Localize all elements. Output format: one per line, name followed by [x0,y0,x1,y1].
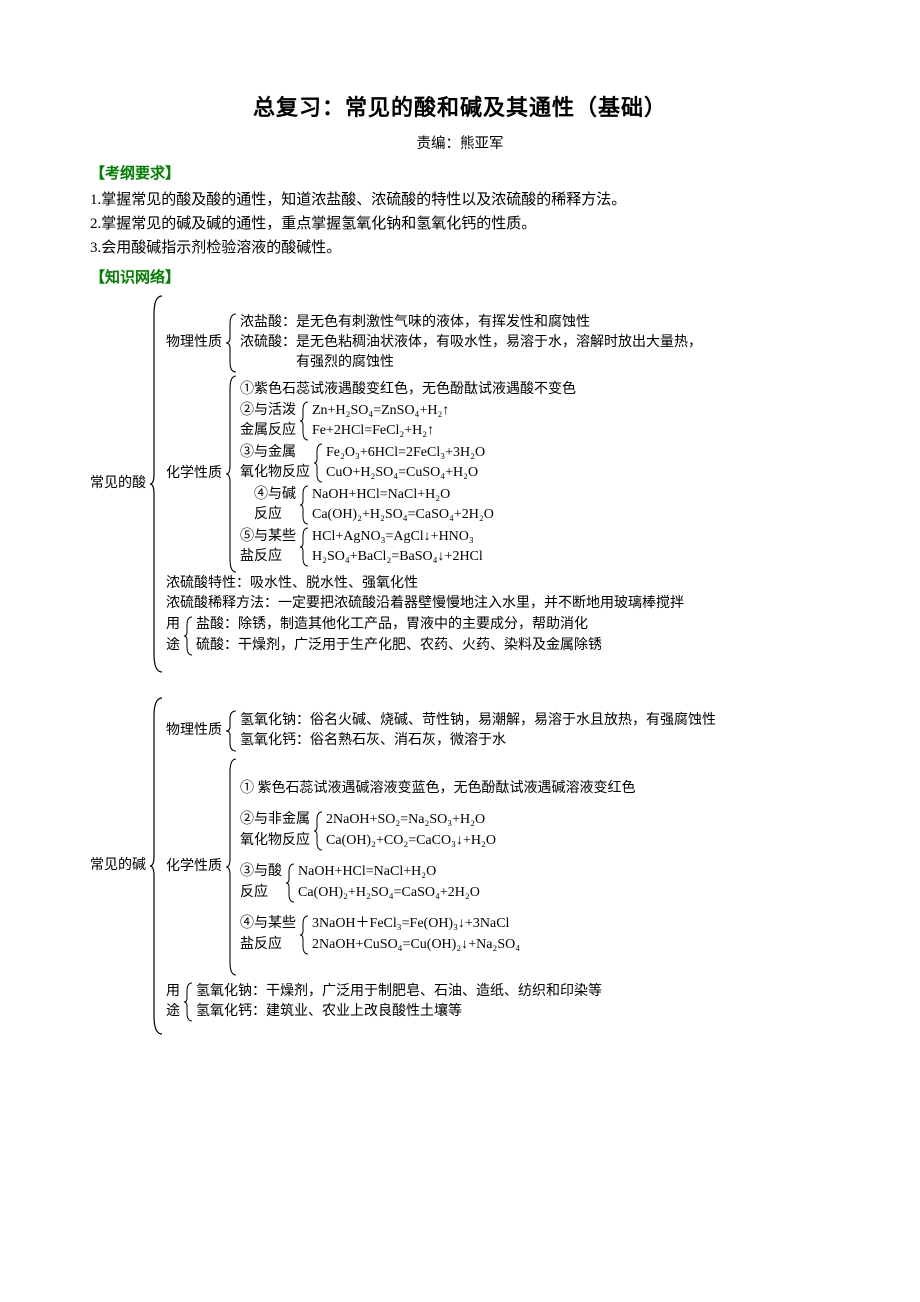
brace-icon [298,914,312,956]
acid-special: 浓硫酸特性：吸水性、脱水性、强氧化性 [166,574,702,594]
base-chem4-eq2: 2NaOH+CuSO₄=Cu(OH)₂↓+Na₂SO₄ [312,935,520,955]
brace-icon [148,696,166,1036]
acid-phys-label: 物理性质 [166,312,224,374]
brace-icon [182,615,196,657]
base-chem3-eq2: Ca(OH)₂+H₂SO₄=CaSO₄+2H₂O [298,883,480,903]
base-root-label: 常见的碱 [90,696,148,1036]
acid-chem4-label: ④与碱 反应 [240,484,298,526]
author-line: 责编：熊亚军 [90,133,830,156]
base-phys-caoh: 氢氧化钙：俗名熟石灰、消石灰，微溶于水 [240,731,716,751]
brace-icon [284,862,298,904]
brace-icon [224,709,240,753]
base-chem2-eq1: 2NaOH+SO₂=Na₂SO₃+H₂O [326,810,496,830]
section-heading-outline: 【考纲要求】 [90,162,830,186]
brace-icon [148,294,166,674]
base-chem-label: 化学性质 [166,757,224,977]
base-phys-naoh: 氢氧化钠：俗名火碱、烧碱、苛性钠，易潮解，易溶于水且放热，有强腐蚀性 [240,711,716,731]
acid-chem-1: ①紫色石蕊试液遇酸变红色，无色酚酞试液遇酸不变色 [240,380,576,400]
base-use1: 氢氧化钠：干燥剂，广泛用于制肥皂、石油、造纸、纺织和印染等 [196,982,602,1002]
brace-icon [298,484,312,526]
outline-item-1: 1.掌握常见的酸及酸的通性，知道浓盐酸、浓硫酸的特性以及浓硫酸的稀释方法。 [90,188,830,212]
acid-use1: 盐酸：除锈，制造其他化工产品，胃液中的主要成分，帮助消化 [196,615,602,635]
brace-icon [298,526,312,568]
base-chem3-eq1: NaOH+HCl=NaCl+H₂O [298,862,480,882]
acid-phys-h2so4a: 浓硫酸：是无色粘稠油状液体，有吸水性，易溶于水，溶解时放出大量热， [240,333,702,353]
brace-icon [224,312,240,374]
acid-chem3-label: ③与金属 氧化物反应 [240,442,312,484]
acid-chem5-label: ⑤与某些 盐反应 [240,526,298,568]
base-diagram: 常见的碱 物理性质 氢氧化钠：俗名火碱、烧碱、苛性钠，易潮解，易溶于水且放热，有… [90,696,830,1036]
brace-icon [224,757,240,977]
base-chem2-label: ②与非金属 氧化物反应 [240,810,312,852]
base-chem3-label: ③与酸 反应 [240,862,284,904]
acid-chem-label: 化学性质 [166,374,224,574]
outline-item-3: 3.会用酸碱指示剂检验溶液的酸碱性。 [90,236,830,260]
acid-use2: 硫酸：干燥剂，广泛用于生产化肥、农药、火药、染料及金属除锈 [196,636,602,656]
base-use-label: 用 途 [166,981,182,1023]
page-title: 总复习：常见的酸和碱及其通性（基础） [90,90,830,125]
acid-chem2-eq2: Fe+2HCl=FeCl₂+H₂↑ [312,421,449,441]
acid-chem2-label: ②与活泼 金属反应 [240,400,298,442]
brace-icon [298,400,312,442]
acid-chem5-eq2: H₂SO₄+BaCl₂=BaSO₄↓+2HCl [312,547,483,567]
brace-icon [312,810,326,852]
base-phys-label: 物理性质 [166,709,224,753]
brace-icon [182,981,196,1023]
acid-chem3-eq2: CuO+H₂SO₄=CuSO₄+H₂O [326,463,485,483]
acid-chem5-eq1: HCl+AgNO₃=AgCl↓+HNO₃ [312,527,483,547]
acid-root-label: 常见的酸 [90,294,148,674]
acid-use-label: 用 途 [166,615,182,657]
base-use2: 氢氧化钙：建筑业、农业上改良酸性土壤等 [196,1002,602,1022]
acid-chem2-eq1: Zn+H₂SO₄=ZnSO₄+H₂↑ [312,401,449,421]
acid-chem4-eq1: NaOH+HCl=NaCl+H₂O [312,485,494,505]
acid-dilute: 浓硫酸稀释方法：一定要把浓硫酸沿着器壁慢慢地注入水里，并不断地用玻璃棒搅拌 [166,594,702,614]
base-chem-1: ① 紫色石蕊试液遇碱溶液变蓝色，无色酚酞试液遇碱溶液变红色 [240,779,636,799]
brace-icon [312,442,326,484]
acid-phys-hcl: 浓盐酸：是无色有刺激性气味的液体，有挥发性和腐蚀性 [240,313,702,333]
base-chem2-eq2: Ca(OH)₂+CO₂=CaCO₃↓+H₂O [326,831,496,851]
acid-phys-h2so4b: 有强烈的腐蚀性 [240,353,702,373]
brace-icon [224,374,240,574]
base-chem4-eq1: 3NaOH＋FeCl₃=Fe(OH)₃↓+3NaCl [312,914,520,934]
acid-chem4-eq2: Ca(OH)₂+H₂SO₄=CaSO₄+2H₂O [312,505,494,525]
acid-diagram: 常见的酸 物理性质 浓盐酸：是无色有刺激性气味的液体，有挥发性和腐蚀性 浓硫酸：… [90,294,830,674]
base-chem4-label: ④与某些 盐反应 [240,914,298,956]
outline-item-2: 2.掌握常见的碱及碱的通性，重点掌握氢氧化钠和氢氧化钙的性质。 [90,212,830,236]
section-heading-network: 【知识网络】 [90,266,830,290]
acid-chem3-eq1: Fe₂O₃+6HCl=2FeCl₃+3H₂O [326,443,485,463]
